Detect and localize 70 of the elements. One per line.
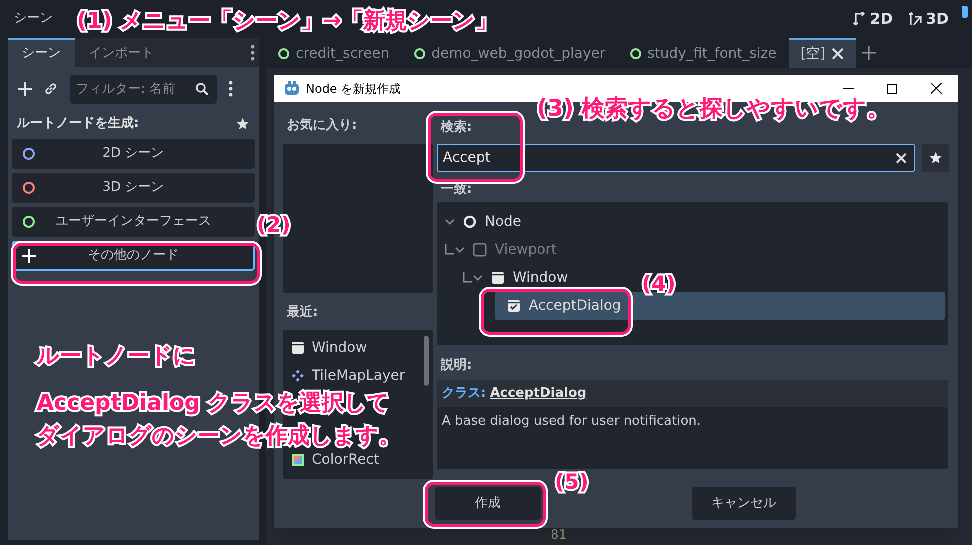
dialog-icon [507,299,521,313]
dock-tab[interactable]: シーン [8,38,75,67]
plus-icon[interactable] [862,46,876,60]
annotation-text: AcceptDialog クラスを選択して [37,391,390,417]
tree-line [463,272,473,284]
color-swatch-icon [291,453,305,467]
star-icon[interactable] [236,117,250,131]
section-label: ルートノードを生成: [17,115,140,134]
editor-tab[interactable]: study_fit_font_size [618,38,789,68]
editor-tab[interactable]: [空] [788,38,856,68]
circle-icon [278,48,290,60]
minimize-icon [842,88,854,90]
view-3d-button[interactable]: 3D [906,5,952,33]
annotation-text: (5) [555,469,589,496]
create-button[interactable]: 作成 [435,487,541,520]
class-label: クラス: [442,384,486,403]
circle-icon [22,181,36,195]
recent-item[interactable]: TileMapLayer [291,362,406,390]
axes-icon [909,12,922,26]
search-field[interactable]: Accept [437,144,915,172]
square-icon [473,243,487,257]
create-root-button[interactable]: ユーザーインターフェース [12,207,255,237]
plus-icon [22,249,36,263]
line-number: 81 [551,527,567,545]
clear-icon[interactable] [896,153,907,164]
editor-tab[interactable]: credit_screen [266,38,402,68]
circle-icon [22,147,36,161]
app-logo-icon [284,81,300,96]
annotation-text: (2) [257,212,291,239]
create-root-button[interactable]: 3D シーン [12,173,255,203]
annotation-text: ルートノードに [37,344,196,370]
scrollbar-thumb[interactable] [424,336,429,386]
menu-item[interactable]: シーン [14,9,53,29]
editor-tab[interactable]: demo_web_godot_player [402,38,618,68]
cancel-button[interactable]: キャンセル [692,487,796,520]
section-label: お気に入り: [286,116,358,135]
chevron-down-icon[interactable] [445,218,455,226]
tree-item[interactable]: Node [437,208,522,236]
filter-field[interactable]: フィルター: 名前 [70,74,217,104]
close-icon[interactable] [832,48,844,60]
link-icon[interactable] [44,82,58,96]
section-label: 検索: [440,118,474,137]
axes-icon [853,12,866,26]
view-2d-button[interactable]: 2D [850,5,896,33]
close-icon [930,83,942,94]
annotation-text: (3) 検索すると探しやすいです。 [537,95,890,124]
favorite-button[interactable] [922,144,949,172]
annotation-text: (1) メニュー「シーン」→「新規シーン」 [77,8,498,36]
window-icon [491,271,505,285]
class-link[interactable]: AcceptDialog [490,384,587,404]
toolbar-icon[interactable] [962,5,968,19]
description-text: A base dialog used for user notification. [441,413,702,431]
circle-icon [414,48,426,60]
tiles-icon [291,369,305,383]
maximize-icon [887,84,897,94]
section-label: 説明: [440,357,474,375]
star-icon [928,151,942,165]
recent-item[interactable]: Window [291,334,368,362]
search-icon [196,82,209,96]
circle-icon [630,48,642,60]
section-label: 最近: [286,304,320,322]
circle-icon [463,215,477,229]
kebab-icon[interactable] [251,44,255,60]
circle-icon [22,215,36,229]
dialog-title: Node を新規作成 [306,80,402,98]
tree-line [445,244,455,256]
dock-tab[interactable]: インポート [75,38,168,67]
create-root-button[interactable]: 2D シーン [12,139,255,169]
kebab-icon[interactable] [229,81,233,97]
window-icon [291,341,305,355]
